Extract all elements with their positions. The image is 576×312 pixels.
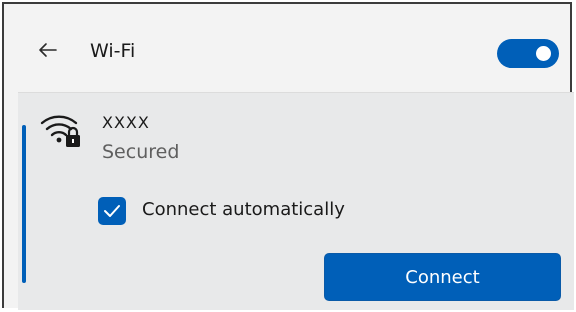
connect-button[interactable]: Connect: [324, 253, 561, 301]
checkmark-icon: [104, 205, 120, 217]
wifi-toggle[interactable]: [497, 39, 559, 68]
network-list-item[interactable]: XXXX Secured Connect automatically Conne…: [18, 92, 574, 310]
connect-automatically-label: Connect automatically: [142, 199, 345, 220]
back-button[interactable]: [36, 38, 60, 62]
network-name: XXXX: [102, 113, 150, 132]
wifi-flyout: Wi-Fi XXXX Secured Connect automatically…: [2, 2, 574, 310]
arrow-left-icon: [39, 43, 57, 57]
connect-automatically-checkbox[interactable]: [98, 197, 126, 225]
toggle-knob: [536, 46, 551, 61]
selection-indicator: [22, 125, 26, 283]
network-status: Secured: [102, 141, 180, 163]
wifi-lock-icon: [40, 115, 80, 147]
wifi-header: Wi-Fi: [4, 4, 570, 94]
page-title: Wi-Fi: [90, 40, 136, 62]
